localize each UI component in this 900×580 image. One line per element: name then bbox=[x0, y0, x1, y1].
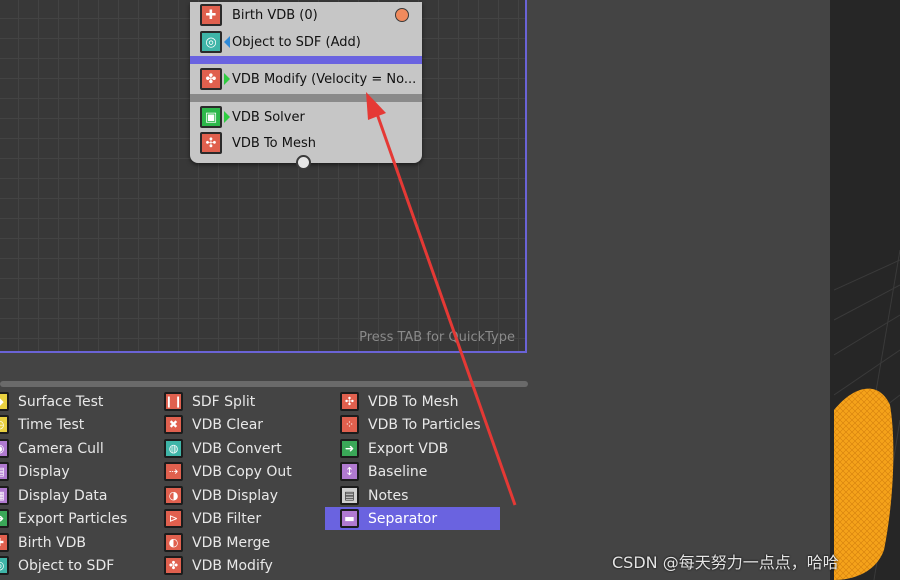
palette-item-camera-cull[interactable]: ◉ Camera Cull bbox=[0, 437, 104, 460]
export-particles-icon: ➜ bbox=[0, 509, 9, 528]
viewport-scene bbox=[834, 249, 900, 580]
palette-item-birth-vdb[interactable]: ✚ Birth VDB bbox=[0, 531, 86, 554]
palette-item-label: SDF Split bbox=[192, 393, 256, 410]
palette-item-label: Object to SDF bbox=[18, 557, 115, 574]
palette-item-vdb-convert[interactable]: ◍ VDB Convert bbox=[164, 437, 282, 460]
vdb-to-mesh-icon: ✣ bbox=[200, 132, 222, 154]
vdb-to-mesh-icon: ✣ bbox=[340, 392, 359, 411]
input-flag-icon bbox=[224, 111, 230, 123]
quicktype-hint: Press TAB for QuickType bbox=[359, 330, 515, 345]
palette-item-label: VDB Display bbox=[192, 487, 279, 504]
palette-item-vdb-copy-out[interactable]: ⇢ VDB Copy Out bbox=[164, 460, 292, 483]
object-to-sdf-icon: ◎ bbox=[0, 556, 9, 575]
node-row-label: VDB To Mesh bbox=[232, 135, 316, 151]
vdb-node[interactable]: ✚ Birth VDB (0) ◎ Object to SDF (Add) ✤ … bbox=[190, 2, 422, 170]
palette-item-export-particles[interactable]: ➜ Export Particles bbox=[0, 507, 127, 530]
palette-item-surface-test[interactable]: ◆ Surface Test bbox=[0, 390, 103, 413]
palette-item-display-data[interactable]: ▦ Display Data bbox=[0, 484, 107, 507]
output-pin[interactable] bbox=[395, 8, 409, 22]
object-to-sdf-icon: ◎ bbox=[200, 31, 222, 53]
vdb-modify-icon: ✤ bbox=[200, 68, 222, 90]
node-row-birth-vdb[interactable]: ✚ Birth VDB (0) bbox=[190, 2, 422, 28]
output-pin-bottom[interactable] bbox=[296, 155, 311, 170]
vdb-convert-icon: ◍ bbox=[164, 439, 183, 458]
palette-item-label: VDB Filter bbox=[192, 510, 262, 527]
palette-item-time-test[interactable]: ◷ Time Test bbox=[0, 413, 84, 436]
palette-item-label: Display bbox=[18, 463, 70, 480]
display-data-icon: ▦ bbox=[0, 486, 9, 505]
palette-item-vdb-to-mesh[interactable]: ✣ VDB To Mesh bbox=[340, 390, 458, 413]
palette-item-label: Camera Cull bbox=[18, 440, 104, 457]
display-icon: ▤ bbox=[0, 462, 9, 481]
palette-item-display[interactable]: ▤ Display bbox=[0, 460, 70, 483]
node-row-label: Birth VDB (0) bbox=[232, 7, 318, 23]
watermark: CSDN @每天努力一点点，哈哈 bbox=[612, 553, 839, 572]
panel-splitter[interactable] bbox=[0, 381, 528, 387]
node-separator-bar bbox=[190, 56, 422, 64]
node-separator-bar bbox=[190, 94, 422, 102]
vdb-merge-icon: ◐ bbox=[164, 533, 183, 552]
palette-item-label: VDB To Mesh bbox=[368, 393, 459, 410]
palette-item-vdb-modify[interactable]: ✤ VDB Modify bbox=[164, 554, 273, 577]
time-test-icon: ◷ bbox=[0, 415, 9, 434]
palette-item-label: VDB Clear bbox=[192, 416, 264, 433]
palette-item-vdb-clear[interactable]: ✖ VDB Clear bbox=[164, 413, 263, 436]
operator-palette: ◆ Surface Test ◷ Time Test ◉ Camera Cull… bbox=[0, 390, 530, 580]
surface-test-icon: ◆ bbox=[0, 392, 9, 411]
vdb-display-icon: ◑ bbox=[164, 486, 183, 505]
palette-item-notes[interactable]: ▤ Notes bbox=[340, 484, 408, 507]
palette-item-vdb-filter[interactable]: ⊳ VDB Filter bbox=[164, 507, 261, 530]
sdf-split-icon: ❙❙ bbox=[164, 392, 183, 411]
vdb-modify-icon: ✤ bbox=[164, 556, 183, 575]
palette-item-label: Birth VDB bbox=[18, 534, 87, 551]
birth-vdb-icon: ✚ bbox=[0, 533, 9, 552]
vdb-filter-icon: ⊳ bbox=[164, 509, 183, 528]
notes-icon: ▤ bbox=[340, 486, 359, 505]
palette-item-vdb-merge[interactable]: ◐ VDB Merge bbox=[164, 531, 270, 554]
palette-item-sdf-split[interactable]: ❙❙ SDF Split bbox=[164, 390, 255, 413]
input-flag-icon bbox=[224, 36, 230, 48]
baseline-icon: ↕ bbox=[340, 462, 359, 481]
palette-item-label: Time Test bbox=[18, 416, 85, 433]
palette-item-label: VDB Modify bbox=[192, 557, 273, 574]
palette-item-vdb-display[interactable]: ◑ VDB Display bbox=[164, 484, 278, 507]
export-vdb-icon: ➜ bbox=[340, 439, 359, 458]
palette-item-label: Surface Test bbox=[18, 393, 104, 410]
3d-viewport[interactable] bbox=[834, 0, 900, 580]
palette-item-label: VDB To Particles bbox=[368, 416, 481, 433]
palette-item-label: Notes bbox=[368, 487, 409, 504]
palette-item-label: Export Particles bbox=[18, 510, 128, 527]
palette-item-label: VDB Copy Out bbox=[192, 463, 292, 480]
node-editor[interactable]: ✚ Birth VDB (0) ◎ Object to SDF (Add) ✤ … bbox=[0, 0, 527, 353]
palette-item-label: VDB Merge bbox=[192, 534, 271, 551]
vdb-solver-icon: ▣ bbox=[200, 106, 222, 128]
palette-item-vdb-to-particles[interactable]: ⁘ VDB To Particles bbox=[340, 413, 481, 436]
palette-item-label: Baseline bbox=[368, 463, 428, 480]
vdb-copy-out-icon: ⇢ bbox=[164, 462, 183, 481]
node-row-label: Object to SDF (Add) bbox=[232, 34, 361, 50]
node-row-label: VDB Modify (Velocity = No... bbox=[232, 71, 417, 87]
node-row-label: VDB Solver bbox=[232, 109, 305, 125]
camera-cull-icon: ◉ bbox=[0, 439, 9, 458]
palette-item-separator[interactable]: ▬ Separator bbox=[325, 507, 500, 530]
palette-item-baseline[interactable]: ↕ Baseline bbox=[340, 460, 427, 483]
palette-item-label: VDB Convert bbox=[192, 440, 282, 457]
palette-item-object-to-sdf[interactable]: ◎ Object to SDF bbox=[0, 554, 114, 577]
palette-item-label: Separator bbox=[368, 510, 438, 527]
vdb-clear-icon: ✖ bbox=[164, 415, 183, 434]
birth-vdb-icon: ✚ bbox=[200, 4, 222, 26]
mesh-object bbox=[834, 388, 894, 580]
palette-item-label: Export VDB bbox=[368, 440, 449, 457]
separator-icon: ▬ bbox=[340, 509, 359, 528]
vdb-to-particles-icon: ⁘ bbox=[340, 415, 359, 434]
palette-item-label: Display Data bbox=[18, 487, 108, 504]
palette-item-export-vdb[interactable]: ➜ Export VDB bbox=[340, 437, 448, 460]
input-flag-icon bbox=[224, 73, 230, 85]
node-row-vdb-to-mesh[interactable]: ✣ VDB To Mesh bbox=[190, 130, 422, 156]
